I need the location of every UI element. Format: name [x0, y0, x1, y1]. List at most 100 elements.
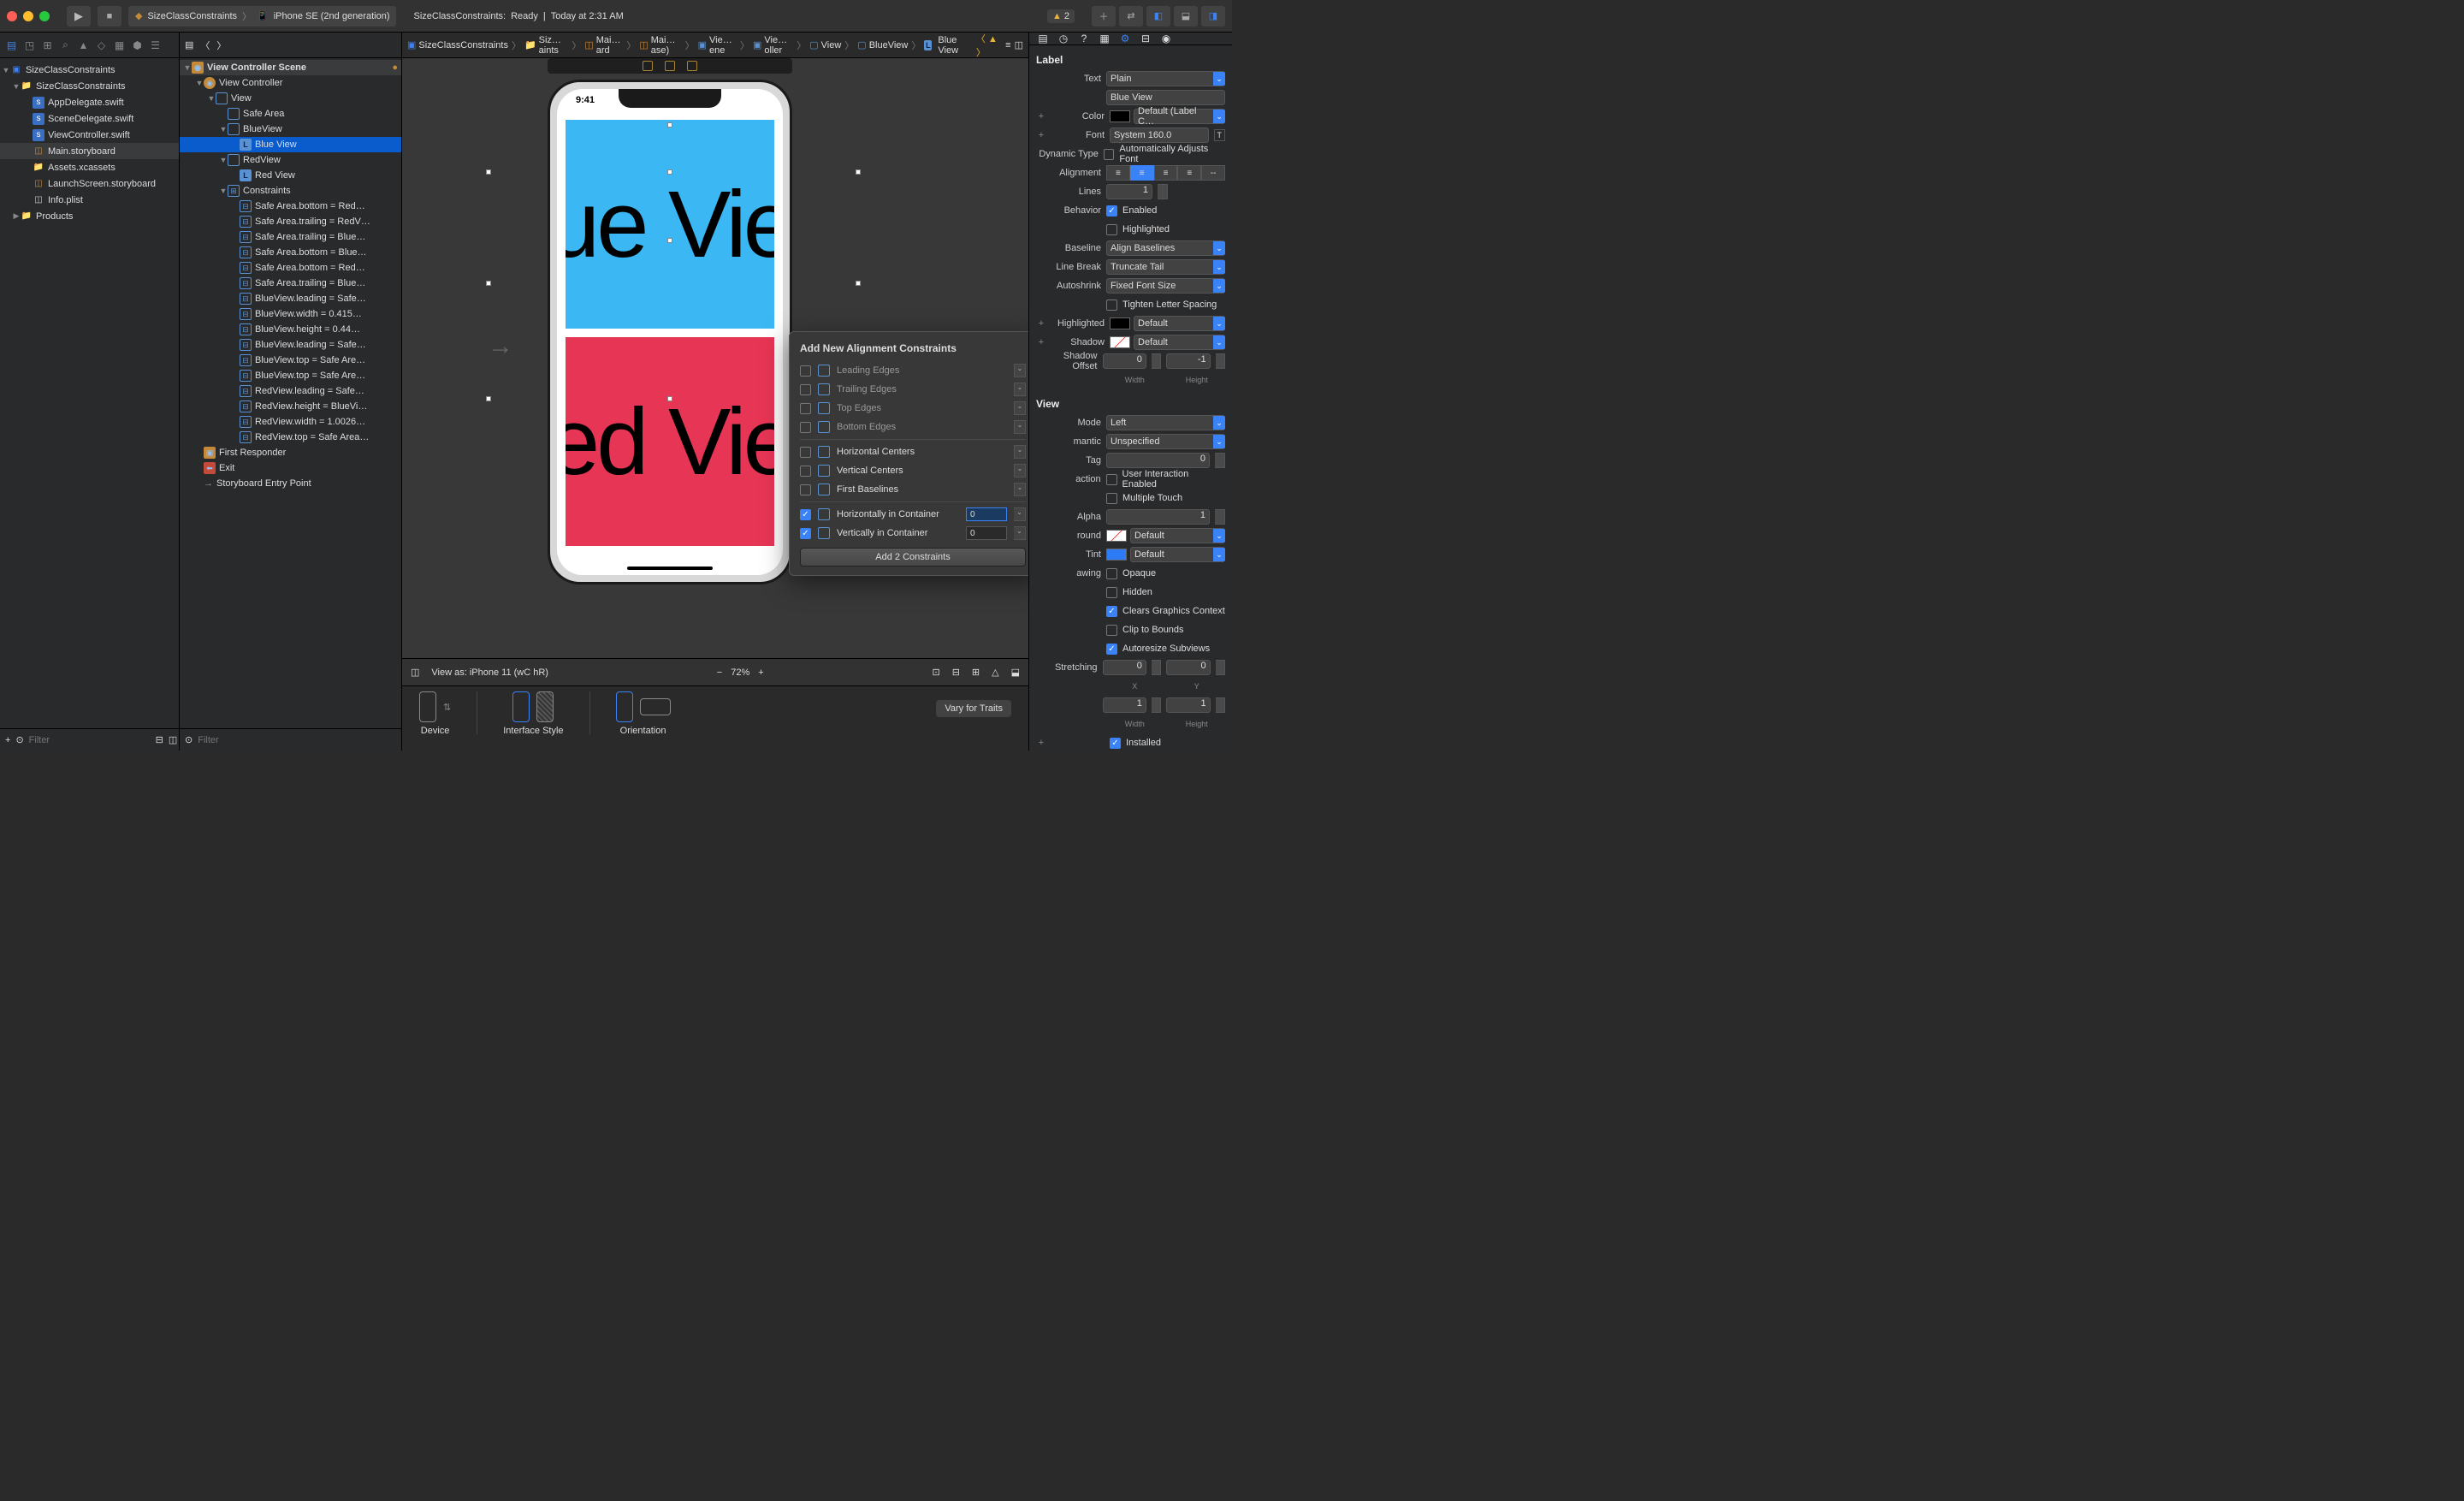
constraint-row[interactable]: ⊟BlueView.width = 0.415… [180, 306, 401, 322]
align-checkbox[interactable] [800, 384, 811, 395]
issue-nav-icon[interactable]: 〈 ▲ 〉 [976, 33, 1002, 59]
symbol-nav-icon[interactable]: ⊞ [41, 39, 54, 51]
first-responder-row[interactable]: ▣First Responder [180, 445, 401, 460]
align-option-row[interactable]: ✓Horizontally in Container⌄ [790, 505, 1028, 524]
connections-insp-icon[interactable]: ◉ [1159, 33, 1173, 44]
constraint-row[interactable]: ⊟Safe Area.trailing = Blue… [180, 229, 401, 245]
align-value-stepper[interactable]: ⌄ [1014, 526, 1026, 540]
zoom-out-button[interactable]: − [717, 667, 722, 678]
shadow-w-field[interactable]: 0 [1103, 353, 1146, 369]
issues-badge[interactable]: ▲2 [1047, 9, 1075, 23]
constraint-row[interactable]: ⊟BlueView.height = 0.44… [180, 322, 401, 337]
semantic-popup[interactable]: Unspecified⌄ [1106, 434, 1225, 449]
source-control-nav-icon[interactable]: ◳ [23, 39, 36, 51]
blue-view[interactable]: ue Vie [566, 120, 774, 329]
align-option-row[interactable]: Bottom Edges⌄ [790, 418, 1028, 436]
adjust-editor-icon[interactable]: ≡ [1005, 40, 1010, 50]
entry-row[interactable]: →Storyboard Entry Point [180, 476, 401, 491]
exit-row[interactable]: ⬅Exit [180, 460, 401, 476]
align-option-row[interactable]: First Baselines⌄ [790, 480, 1028, 499]
minimize-window-button[interactable] [23, 11, 33, 21]
drawing-checkbox[interactable]: ✓ [1106, 606, 1117, 617]
baseline-popup[interactable]: Align Baselines⌄ [1106, 240, 1225, 256]
outline-filter-input[interactable] [198, 735, 396, 745]
scheme-selector[interactable]: ◆ SizeClassConstraints 〉 📱 iPhone SE (2n… [128, 6, 396, 27]
constraint-row[interactable]: ⊟RedView.width = 1.0026… [180, 414, 401, 430]
scene-dock[interactable] [548, 58, 792, 74]
align-option-row[interactable]: ✓Vertically in Container⌄ [790, 524, 1028, 543]
close-window-button[interactable] [7, 11, 17, 21]
filter-input[interactable] [29, 735, 151, 745]
orient-portrait-option[interactable] [616, 691, 633, 722]
breakpoint-nav-icon[interactable]: ⬢ [131, 39, 144, 51]
test-nav-icon[interactable]: ◇ [95, 39, 108, 51]
align-checkbox[interactable] [800, 466, 811, 477]
file-insp-icon[interactable]: ▤ [1036, 33, 1050, 44]
style-light-option[interactable] [512, 691, 530, 722]
constraint-row[interactable]: ⊟BlueView.top = Safe Are… [180, 353, 401, 368]
stop-button[interactable]: ■ [98, 6, 121, 27]
enabled-checkbox[interactable]: ✓ [1106, 205, 1117, 217]
project-group[interactable]: ▼📁SizeClassConstraints [0, 78, 179, 94]
multitouch-checkbox[interactable] [1106, 493, 1117, 504]
alpha-field[interactable]: 1 [1106, 509, 1210, 525]
align-value-stepper[interactable]: ⌄ [1014, 507, 1026, 521]
constraint-row[interactable]: ⊟RedView.leading = Safe… [180, 383, 401, 399]
zoom-in-button[interactable]: + [758, 667, 763, 678]
debug-nav-icon[interactable]: ▦ [113, 39, 126, 51]
vc-row[interactable]: ▼◉View Controller [180, 75, 401, 91]
add-constraints-button[interactable]: Add 2 Constraints [800, 548, 1026, 567]
color-popup[interactable]: Default (Label C…⌄ [1134, 109, 1225, 124]
background-popup[interactable]: Default⌄ [1130, 528, 1225, 543]
align-option-row[interactable]: Top Edges⌄ [790, 399, 1028, 418]
constraint-row[interactable]: ⊟BlueView.leading = Safe… [180, 291, 401, 306]
align-value-field[interactable] [966, 526, 1007, 540]
constraints-row[interactable]: ▼⊞Constraints [180, 183, 401, 199]
constraint-row[interactable]: ⊟BlueView.top = Safe Are… [180, 368, 401, 383]
highlighted-checkbox[interactable] [1106, 224, 1117, 235]
constraint-row[interactable]: ⊟Safe Area.trailing = RedV… [180, 214, 401, 229]
linebreak-popup[interactable]: Truncate Tail⌄ [1106, 259, 1225, 275]
device-option[interactable] [419, 691, 436, 722]
jump-bar[interactable]: ▣SizeClassConstraints〉 📁Siz…aints〉 ◫Mai…… [402, 33, 1028, 58]
file-item[interactable]: ◫Info.plist [0, 192, 179, 208]
tighten-checkbox[interactable] [1106, 300, 1117, 311]
recent-filter-icon[interactable]: ⊟ [156, 734, 163, 745]
align-checkbox[interactable] [800, 447, 811, 458]
add-button[interactable]: + [5, 735, 10, 745]
shadow-popup[interactable]: Default⌄ [1134, 335, 1225, 350]
content-mode-popup[interactable]: Left⌄ [1106, 415, 1225, 430]
identity-insp-icon[interactable]: ▦ [1098, 33, 1111, 44]
panel-right-button[interactable]: ◨ [1201, 6, 1225, 27]
report-nav-icon[interactable]: ☰ [149, 39, 162, 51]
drawing-checkbox[interactable]: ✓ [1106, 644, 1117, 655]
scene-row[interactable]: ▼◉View Controller Scene● [180, 60, 401, 75]
run-button[interactable]: ▶ [67, 6, 91, 27]
zoom-level[interactable]: 72% [731, 667, 749, 678]
align-checkbox[interactable] [800, 484, 811, 495]
installed-checkbox[interactable]: ✓ [1110, 738, 1121, 749]
orient-landscape-option[interactable] [640, 698, 671, 715]
zoom-window-button[interactable] [39, 11, 50, 21]
panel-left-button[interactable]: ◧ [1146, 6, 1170, 27]
file-item[interactable]: ◫Main.storyboard [0, 143, 179, 159]
align-checkbox[interactable]: ✓ [800, 528, 811, 539]
drawing-checkbox[interactable] [1106, 568, 1117, 579]
constraint-row[interactable]: ⊟RedView.height = BlueVi… [180, 399, 401, 414]
align-option-row[interactable]: Vertical Centers⌄ [790, 461, 1028, 480]
vary-for-traits-button[interactable]: Vary for Traits [936, 700, 1011, 717]
align-option-row[interactable]: Leading Edges⌄ [790, 361, 1028, 380]
constraint-row[interactable]: ⊟BlueView.leading = Safe… [180, 337, 401, 353]
interface-builder-canvas[interactable]: → 9:41 ue Vie ed Vie Ad [402, 58, 1028, 658]
autoshrink-popup[interactable]: Fixed Font Size⌄ [1106, 278, 1225, 294]
dynamic-type-checkbox[interactable] [1104, 149, 1115, 160]
highlighted-color-popup[interactable]: Default⌄ [1134, 316, 1225, 331]
font-picker-icon[interactable]: T [1214, 129, 1226, 141]
view-row[interactable]: ▼View [180, 91, 401, 106]
library-button[interactable]: ＋ [1092, 6, 1116, 27]
view-as-label[interactable]: View as: iPhone 11 (wC hR) [431, 667, 548, 678]
find-nav-icon[interactable]: ⌕ [59, 39, 72, 51]
bluelabel-row[interactable]: LBlue View [180, 137, 401, 152]
lines-stepper[interactable] [1158, 184, 1168, 199]
safearea-row[interactable]: Safe Area [180, 106, 401, 122]
